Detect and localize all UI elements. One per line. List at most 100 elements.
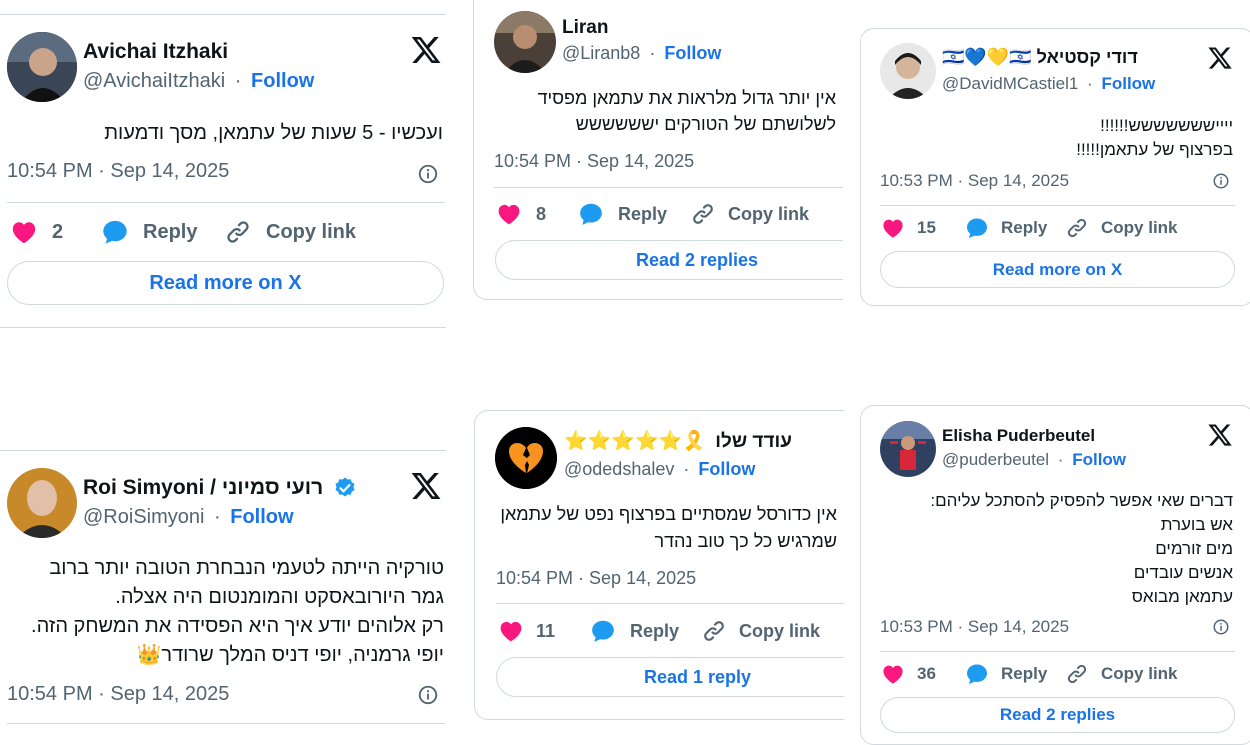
- link-icon: [224, 218, 252, 246]
- link-icon: [1065, 216, 1089, 240]
- user-handle[interactable]: @RoiSimyoni: [83, 506, 204, 528]
- tweet-card: Liran @Liranb8 · Follow אין יותר גדול מל…: [473, 0, 843, 300]
- copy-link-button[interactable]: Copy link: [701, 618, 820, 644]
- divider: [880, 651, 1235, 652]
- like-count: 11: [536, 620, 556, 641]
- avatar[interactable]: [494, 11, 556, 73]
- heart-icon: [10, 218, 38, 246]
- handle-row: @odedshalev · Follow: [564, 459, 755, 480]
- copy-link-button[interactable]: Copy link: [690, 201, 809, 227]
- separator-dot: ·: [1087, 74, 1093, 93]
- divider: [496, 603, 844, 604]
- handle-row: @Liranb8 · Follow: [562, 43, 721, 64]
- display-name[interactable]: Liran: [562, 17, 608, 39]
- display-name[interactable]: Elisha Puderbeutel: [942, 426, 1095, 446]
- info-icon[interactable]: [1212, 618, 1230, 636]
- x-logo-icon[interactable]: [409, 34, 443, 66]
- display-name[interactable]: ⭐⭐⭐⭐⭐🎗️ עודד שלו: [564, 429, 792, 453]
- handle-row: @puderbeutel · Follow: [942, 450, 1126, 470]
- separator-dot: ·: [1057, 450, 1064, 469]
- copy-link-label: Copy link: [1101, 664, 1178, 683]
- link-icon: [690, 201, 716, 227]
- timestamp[interactable]: 10:54 PM · Sep 14, 2025: [7, 683, 229, 706]
- tweet-text: אין יותר גדול מלראות את עתמאן מפסיד לשלו…: [537, 88, 836, 134]
- timestamp[interactable]: 10:54 PM · Sep 14, 2025: [496, 568, 696, 589]
- link-icon: [701, 618, 727, 644]
- copy-link-button[interactable]: Copy link: [1065, 216, 1178, 240]
- avatar[interactable]: [7, 32, 77, 102]
- read-replies-button[interactable]: Read 2 replies: [495, 240, 843, 280]
- avatar[interactable]: [7, 468, 77, 538]
- copy-link-label: Copy link: [728, 203, 810, 224]
- timestamp[interactable]: 10:53 PM · Sep 14, 2025: [880, 617, 1069, 637]
- like-button[interactable]: 11: [498, 618, 555, 644]
- read-replies-button[interactable]: Read 1 reply: [496, 657, 844, 697]
- user-handle[interactable]: @AvichaiItzhaki: [83, 70, 225, 92]
- like-button[interactable]: 2: [10, 218, 63, 246]
- follow-button[interactable]: Follow: [664, 43, 721, 63]
- reply-label: Reply: [143, 220, 198, 243]
- info-icon[interactable]: [417, 163, 439, 185]
- reply-bubble-icon: [590, 618, 616, 644]
- tweet-card: Elisha Puderbeutel @puderbeutel · Follow…: [860, 405, 1250, 745]
- read-more-button[interactable]: Read more on X: [7, 261, 444, 305]
- x-logo-icon[interactable]: [409, 470, 443, 502]
- copy-link-label: Copy link: [266, 220, 357, 243]
- reply-bubble-icon: [578, 201, 604, 227]
- avatar[interactable]: [495, 427, 557, 489]
- like-button[interactable]: 36: [881, 662, 936, 686]
- copy-link-button[interactable]: Copy link: [224, 218, 356, 246]
- reply-button[interactable]: Reply: [965, 662, 1047, 686]
- reply-bubble-icon: [101, 218, 129, 246]
- timestamp[interactable]: 10:54 PM · Sep 14, 2025: [7, 160, 229, 183]
- copy-link-label: Copy link: [739, 620, 821, 641]
- user-handle[interactable]: @Liranb8: [562, 43, 640, 63]
- like-button[interactable]: 15: [881, 216, 936, 240]
- reply-label: Reply: [1001, 218, 1048, 237]
- read-more-button[interactable]: Read more on X: [880, 251, 1235, 288]
- tweet-text: ועכשיו - 5 שעות של עתמאן, מסך ודמעות: [104, 122, 443, 144]
- copy-link-button[interactable]: Copy link: [1065, 662, 1178, 686]
- tweet-card: Roi Simyoni / רועי סמיוני @RoiSimyoni · …: [0, 450, 446, 740]
- info-icon[interactable]: [417, 684, 439, 706]
- heart-icon: [496, 201, 522, 227]
- follow-button[interactable]: Follow: [1101, 74, 1155, 93]
- follow-button[interactable]: Follow: [251, 70, 314, 92]
- user-handle[interactable]: @DavidMCastiel1: [942, 74, 1078, 93]
- reply-bubble-icon: [965, 662, 989, 686]
- reply-button[interactable]: Reply: [101, 218, 197, 246]
- like-count: 8: [536, 203, 547, 224]
- tweet-text: אין כדורסל שמסתיים בפרצוף נפט של עתמאן ש…: [500, 504, 837, 551]
- reply-button[interactable]: Reply: [965, 216, 1047, 240]
- heart-icon: [881, 216, 905, 240]
- x-logo-icon[interactable]: [1206, 422, 1234, 448]
- avatar[interactable]: [880, 43, 936, 99]
- verified-badge-icon: [335, 477, 355, 497]
- like-count: 15: [917, 218, 936, 237]
- reply-button[interactable]: Reply: [578, 201, 667, 227]
- reply-label: Reply: [618, 203, 668, 224]
- reply-button[interactable]: Reply: [590, 618, 679, 644]
- follow-button[interactable]: Follow: [230, 506, 293, 528]
- follow-button[interactable]: Follow: [1072, 450, 1126, 469]
- handle-row: @DavidMCastiel1 · Follow: [942, 74, 1155, 94]
- display-name[interactable]: Roi Simyoni / רועי סמיוני: [83, 476, 357, 500]
- separator-dot: ·: [649, 43, 656, 63]
- timestamp[interactable]: 10:53 PM · Sep 14, 2025: [880, 171, 1069, 191]
- display-name[interactable]: 🇮🇱💙💛🇮🇱 דודי קסטיאל: [942, 47, 1138, 68]
- user-handle[interactable]: @puderbeutel: [942, 450, 1049, 469]
- handle-row: @AvichaiItzhaki · Follow: [83, 70, 314, 93]
- display-name[interactable]: Avichai Itzhaki: [83, 40, 228, 64]
- timestamp[interactable]: 10:54 PM · Sep 14, 2025: [494, 151, 694, 172]
- read-replies-button[interactable]: Read 2 replies: [880, 697, 1235, 733]
- divider: [7, 723, 445, 724]
- divider: [494, 187, 843, 188]
- info-icon[interactable]: [1212, 172, 1230, 190]
- follow-button[interactable]: Follow: [698, 459, 755, 479]
- avatar[interactable]: [880, 421, 936, 477]
- user-handle[interactable]: @odedshalev: [564, 459, 674, 479]
- x-logo-icon[interactable]: [1206, 45, 1234, 71]
- separator-dot: ·: [234, 70, 242, 92]
- divider: [7, 202, 445, 203]
- like-button[interactable]: 8: [496, 201, 546, 227]
